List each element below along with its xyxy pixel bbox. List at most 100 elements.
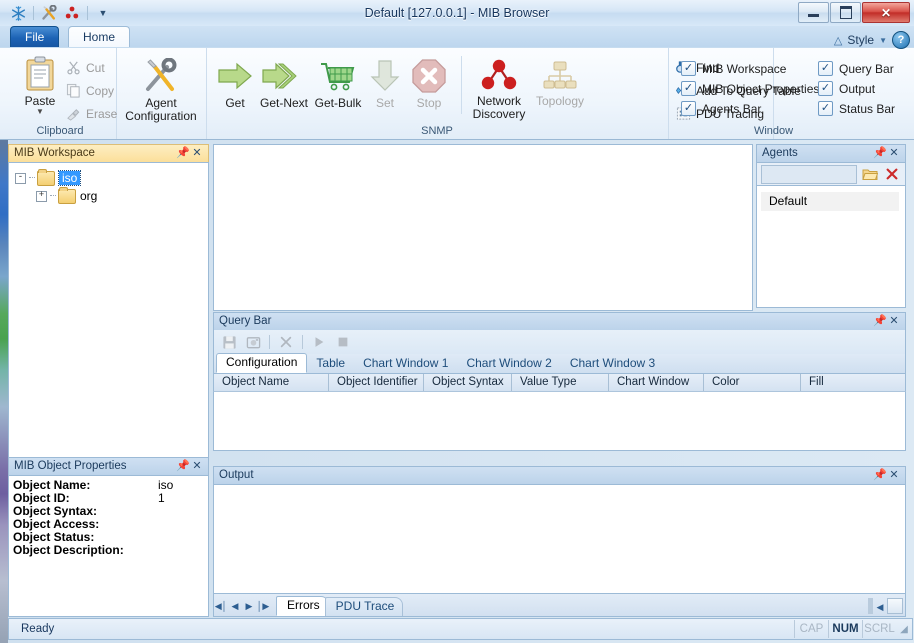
snowflake-icon[interactable] [8,3,28,23]
play-icon[interactable] [308,332,330,352]
next-icon[interactable]: ▶ [242,596,256,616]
check-agents-bar-label: Agents Bar [702,101,762,116]
agents-search-input[interactable] [761,164,857,184]
close-icon[interactable]: ✕ [190,145,204,162]
tab-table[interactable]: Table [307,355,354,373]
pin-icon[interactable]: 📌 [176,458,190,475]
toolbar-separator [269,335,270,349]
snmp-group-title: SNMP [421,125,453,137]
cut-button[interactable]: Cut [66,60,105,75]
erase-button[interactable]: Erase [66,106,117,121]
get-next-button[interactable]: Get-Next [256,58,312,110]
save-icon[interactable] [218,332,240,352]
tree-node-org[interactable]: + org [15,186,208,205]
last-icon[interactable]: │▶ [256,596,270,616]
close-icon[interactable]: ✕ [190,458,204,475]
check-status-bar[interactable]: ✓ Status Bar [818,101,895,116]
check-mib-workspace[interactable]: ✓ MIB Workspace [681,61,786,76]
column-value-type[interactable]: Value Type [512,374,609,391]
tab-configuration[interactable]: Configuration [216,353,308,373]
tree-connector [29,177,35,179]
column-object-name[interactable]: Object Name [214,374,329,391]
delete-agent-icon[interactable] [881,164,903,184]
pin-icon[interactable]: 📌 [176,145,190,162]
ribbon-group-agent: Agent Configuration [116,48,207,139]
agent-list-item[interactable]: Default [761,192,899,211]
stop-square-icon[interactable] [332,332,354,352]
set-button[interactable]: Set [364,58,406,110]
checkbox-icon: ✓ [818,101,833,116]
network-discovery-button[interactable]: Network Discovery [468,58,530,121]
column-color[interactable]: Color [704,374,801,391]
style-selector[interactable]: △ Style ▼ ? [834,31,910,49]
output-title: Output [219,469,254,481]
expander-icon[interactable]: + [36,190,47,202]
column-chart-window[interactable]: Chart Window [609,374,704,391]
close-icon[interactable]: ✕ [887,145,901,162]
status-bar: Ready CAP NUM SCRL ◢ [8,618,913,640]
copy-button[interactable]: Copy [66,83,114,98]
column-object-syntax[interactable]: Object Syntax [424,374,512,391]
first-icon[interactable]: ◀│ [214,596,228,616]
close-icon[interactable]: ✕ [887,467,901,484]
tab-chart-window-1[interactable]: Chart Window 1 [354,355,457,373]
clipboard-group-title: Clipboard [36,125,84,137]
mib-tree[interactable]: - iso + org [9,163,208,205]
check-output[interactable]: ✓ Output [818,81,875,96]
tab-file[interactable]: File [10,26,60,49]
pin-icon[interactable]: 📌 [873,313,887,330]
dots-icon[interactable] [62,3,82,23]
scroll-left-icon[interactable]: ◀ [873,598,887,616]
checkbox-icon: ✓ [818,81,833,96]
maximize-button[interactable] [830,2,861,23]
pin-icon[interactable]: 📌 [873,145,887,162]
tools-icon[interactable] [39,3,59,23]
check-query-bar[interactable]: ✓ Query Bar [818,61,894,76]
agent-configuration-button[interactable]: Agent Configuration [116,58,206,123]
chevron-down-icon[interactable]: ▼ [879,36,887,45]
check-mib-object-properties[interactable]: ✓ MIB Object Properties [681,81,819,96]
agents-list[interactable]: Default [756,185,906,308]
paste-dropdown-icon[interactable]: ▼ [36,108,44,116]
property-value: 1 [158,491,165,505]
query-table-body[interactable] [213,392,906,451]
topology-button[interactable]: Topology [532,58,588,108]
close-icon[interactable]: ✕ [887,313,901,330]
paste-button[interactable]: Paste ▼ [16,56,64,116]
new-agent-folder-icon[interactable] [859,164,881,184]
column-object-identifier[interactable]: Object Identifier [329,374,424,391]
delete-x-icon[interactable] [275,332,297,352]
resize-grip-icon[interactable]: ◢ [896,624,912,635]
tree-node-iso[interactable]: - iso [15,168,208,187]
checkbox-icon: ✓ [818,61,833,76]
output-content[interactable] [213,484,906,594]
mib-detail-canvas[interactable] [213,144,753,311]
help-icon[interactable]: ? [892,31,910,49]
tab-chart-window-3[interactable]: Chart Window 3 [561,355,664,373]
get-button[interactable]: Get [214,58,256,110]
tab-pdu-trace[interactable]: PDU Trace [324,597,404,616]
minimize-button[interactable] [798,2,829,23]
mib-detail-view[interactable] [213,144,753,311]
mib-object-properties-body[interactable]: Object Name: iso Object ID: 1 Object Syn… [8,475,209,617]
property-row: Object Description: [13,544,208,557]
get-bulk-button[interactable]: Get-Bulk [312,58,364,110]
mib-workspace-body[interactable]: - iso + org [8,162,209,458]
expander-icon[interactable]: - [15,172,26,184]
window-group-title: Window [753,125,794,137]
check-agents-bar[interactable]: ✓ Agents Bar [681,101,761,116]
prev-icon[interactable]: ◀ [228,596,242,616]
dropdown-icon[interactable]: ▼ [93,3,113,23]
style-label: Style [847,33,875,47]
agents-header: Agents 📌 ✕ [756,144,906,162]
snapshot-icon[interactable] [242,332,264,352]
scroll-thumb[interactable] [887,598,903,614]
close-button[interactable]: ✕ [862,2,910,23]
tab-chart-window-2[interactable]: Chart Window 2 [457,355,560,373]
tab-errors[interactable]: Errors [276,596,329,616]
column-fill[interactable]: Fill [801,374,905,391]
window-title: Default [127.0.0.1] - MIB Browser [364,6,550,20]
folder-open-icon [37,168,55,186]
stop-button[interactable]: Stop [406,58,452,110]
pin-icon[interactable]: 📌 [873,467,887,484]
